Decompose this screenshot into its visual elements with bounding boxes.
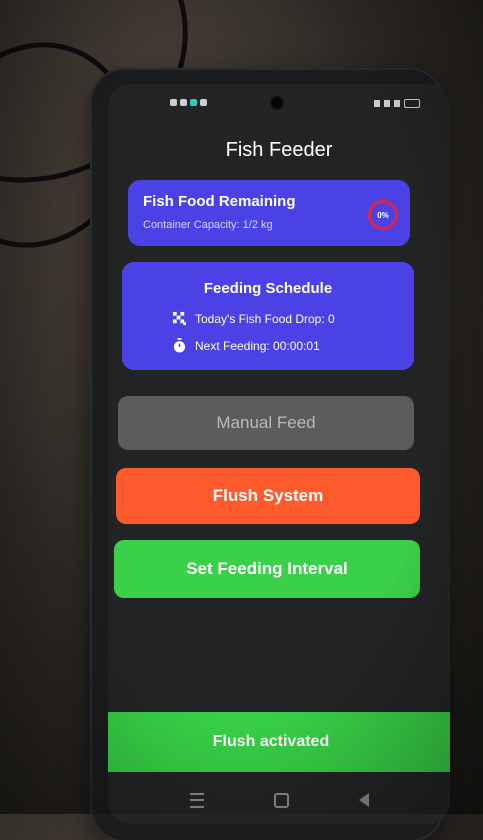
checkered-icon [172,311,187,326]
container-capacity-label: Container Capacity: 1/2 kg [143,219,273,231]
notification-icon [170,99,177,106]
food-remaining-card: Fish Food Remaining Container Capacity: … [128,180,410,246]
food-level-gauge: 0% [368,200,398,230]
notification-icon [200,99,207,106]
sim-icon [394,100,400,107]
food-level-percent: 0% [377,210,389,220]
back-icon[interactable] [358,793,369,807]
flush-activated-toast: Flush activated [108,712,450,772]
front-camera [272,98,282,108]
food-drop-label: Today's Fish Food Drop: 0 [195,311,335,326]
status-bar [108,84,450,118]
home-icon[interactable] [273,792,289,808]
manual-feed-button[interactable]: Manual Feed [118,396,414,450]
notification-icon [190,99,197,106]
notification-icon [180,99,187,106]
set-feeding-interval-button[interactable]: Set Feeding Interval [114,540,420,598]
next-feeding-row: Next Feeding: 00:00:01 [172,338,320,353]
food-remaining-title: Fish Food Remaining [143,193,296,210]
feeding-schedule-card: Feeding Schedule Today's Fish Food Drop:… [122,262,414,370]
food-drop-row: Today's Fish Food Drop: 0 [172,311,335,326]
app-screen: Fish Feeder Fish Food Remaining Containe… [108,84,450,824]
next-feeding-label: Next Feeding: 00:00:01 [195,338,320,353]
system-status-icons [374,99,420,108]
recents-icon[interactable] [189,792,204,808]
app-title: Fish Feeder [225,139,333,161]
signal-icon [374,100,380,107]
stopwatch-icon [173,338,186,353]
feeding-schedule-title: Feeding Schedule [203,280,333,297]
notification-icons [170,99,207,106]
phone-device: Fish Feeder Fish Food Remaining Containe… [92,70,450,840]
wifi-icon [384,100,390,107]
battery-icon [404,99,420,108]
flush-system-button[interactable]: Flush System [116,468,420,524]
system-navigation-bar [108,780,450,820]
